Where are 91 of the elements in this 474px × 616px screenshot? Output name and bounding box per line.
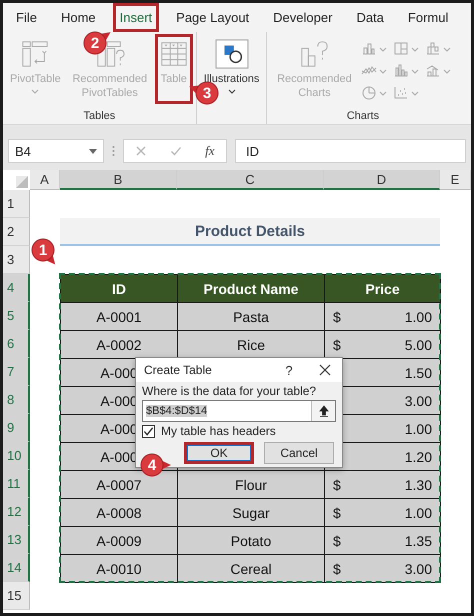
caret-icon <box>443 68 452 74</box>
pivot-table-icon <box>20 39 50 69</box>
cancel-icon[interactable] <box>135 145 148 157</box>
row-header[interactable]: 5 <box>3 302 30 330</box>
price-value: 1.20 <box>404 448 432 464</box>
waterfall-chart-icon <box>425 41 442 57</box>
row-header[interactable]: 12 <box>3 498 30 526</box>
ribbon-tab[interactable]: Developer <box>266 3 340 32</box>
grip-icon <box>112 145 115 157</box>
checkbox[interactable] <box>142 424 155 438</box>
table-cell: A-0008 <box>60 498 178 527</box>
row-header[interactable]: 11 <box>3 470 30 498</box>
column-chart-icon <box>361 41 378 57</box>
caret-icon <box>379 90 388 96</box>
ribbon-tab[interactable]: Page Layout <box>169 3 256 32</box>
price-value: 1.00 <box>404 504 432 520</box>
row-header[interactable]: 8 <box>3 386 30 414</box>
row-header[interactable]: 4 <box>3 274 30 302</box>
shapes-icon <box>214 39 249 69</box>
caret-icon <box>379 68 388 74</box>
column-header[interactable]: E <box>440 170 471 190</box>
dialog-button[interactable]: Cancel <box>264 442 334 464</box>
price-value: 1.00 <box>404 308 432 324</box>
dialog-button[interactable]: OK <box>184 442 254 464</box>
close-icon <box>319 364 331 376</box>
currency-symbol: $ <box>333 504 341 520</box>
caret-icon <box>379 46 388 52</box>
price-value: 1.00 <box>404 420 432 436</box>
table-header-cell: Price <box>324 274 441 303</box>
currency-symbol: $ <box>333 532 341 548</box>
currency-symbol: $ <box>333 560 341 576</box>
caret-icon <box>411 68 420 74</box>
price-value: 1.30 <box>404 476 432 492</box>
price-value: 3.00 <box>404 392 432 408</box>
check-icon[interactable] <box>170 145 182 157</box>
group-label: Tables <box>83 110 116 122</box>
row-header[interactable]: 6 <box>3 330 30 358</box>
row-header[interactable]: 2 <box>3 218 30 246</box>
table-cell: Flour <box>177 470 325 499</box>
histogram-icon <box>393 63 410 79</box>
caret-icon <box>411 90 420 96</box>
table-header-cell: ID <box>60 274 178 303</box>
ribbon-tab[interactable]: Insert <box>112 3 160 32</box>
price-value: 1.50 <box>404 364 432 380</box>
column-header[interactable]: A <box>30 170 60 190</box>
table-cell: Sugar <box>177 498 325 527</box>
name-box[interactable]: B4 <box>8 139 104 163</box>
recommended-charts-icon <box>299 39 330 69</box>
ribbon-tab[interactable]: File <box>9 3 44 32</box>
currency-symbol: $ <box>333 476 341 492</box>
caret-icon <box>443 46 452 52</box>
group-label: Charts <box>346 110 380 122</box>
dropdown-icon[interactable] <box>89 148 97 154</box>
scatter-chart-icon <box>393 85 410 101</box>
ribbon-tab[interactable]: Data <box>349 3 391 32</box>
table-cell: Rice <box>177 330 325 359</box>
table-cell: Potato <box>177 526 325 555</box>
row-header[interactable]: 1 <box>3 190 30 218</box>
table-cell: A-0002 <box>60 330 178 359</box>
treemap-icon <box>393 41 410 57</box>
row-header[interactable]: 7 <box>3 358 30 386</box>
price-value: 5.00 <box>404 336 432 352</box>
insert-function-button[interactable]: fx <box>205 143 215 159</box>
table-cell: A-0010 <box>60 554 178 583</box>
row-header[interactable]: 9 <box>3 414 30 442</box>
table-header-cell: Product Name <box>177 274 325 303</box>
column-header[interactable]: C <box>177 170 324 190</box>
table-cell: Pasta <box>177 302 325 331</box>
row-header[interactable]: 3 <box>3 246 30 274</box>
table-cell: A-0007 <box>60 470 178 499</box>
sheet-title: Product Details <box>60 218 440 246</box>
combo-chart-icon <box>425 63 442 79</box>
column-header[interactable]: B <box>60 170 177 190</box>
price-value: 1.35 <box>404 532 432 548</box>
table-cell: A-0009 <box>60 526 178 555</box>
ribbon-tab[interactable]: Formul <box>400 3 456 32</box>
select-all-icon[interactable] <box>16 176 28 188</box>
row-header[interactable]: 15 <box>3 582 30 610</box>
row-header[interactable]: 14 <box>3 554 30 582</box>
formula-field[interactable]: ID <box>235 139 466 163</box>
pie-chart-icon <box>361 85 378 101</box>
help-button[interactable]: ? <box>276 362 302 378</box>
row-header[interactable]: 13 <box>3 526 30 554</box>
row-header[interactable]: 10 <box>3 442 30 470</box>
currency-symbol: $ <box>333 308 341 324</box>
caret-icon <box>411 46 420 52</box>
column-header[interactable]: D <box>324 170 440 190</box>
currency-symbol: $ <box>333 336 341 352</box>
price-value: 3.00 <box>404 560 432 576</box>
table-cell: A-0001 <box>60 302 178 331</box>
table-cell: Cereal <box>177 554 325 583</box>
